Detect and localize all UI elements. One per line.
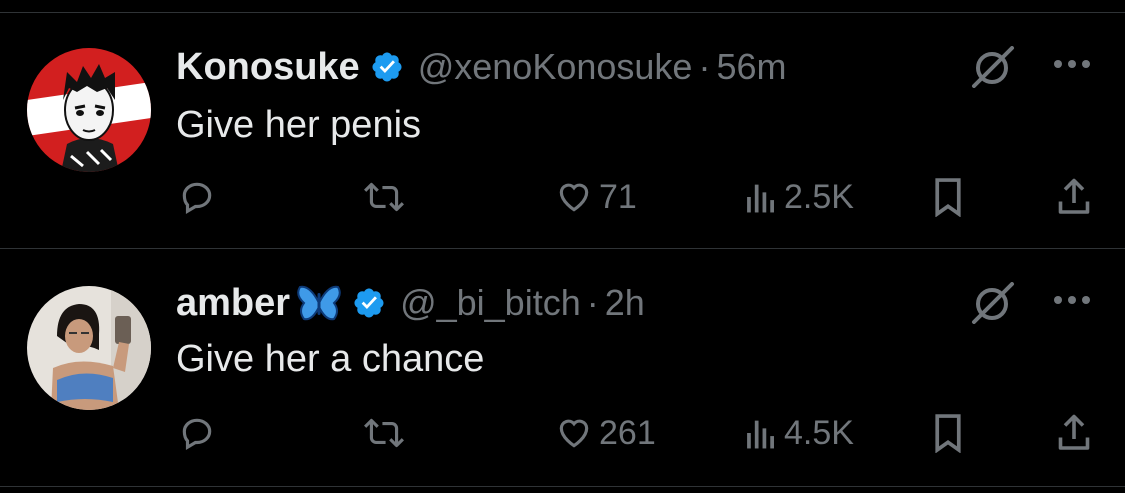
- top-divider: [0, 12, 1125, 13]
- display-name[interactable]: Konosuke: [176, 46, 360, 89]
- view-count: 4.5K: [784, 413, 854, 452]
- like-icon: [559, 183, 589, 212]
- reply-button[interactable]: [178, 408, 216, 458]
- view-count: 2.5K: [784, 177, 854, 216]
- tweet-konosuke[interactable]: Konosuke @xenoKonosuke · 56m Give her pe…: [0, 40, 1125, 240]
- retweet-icon: [364, 182, 404, 212]
- tweet-text: Give her a chance: [176, 338, 485, 380]
- tweet-header: Konosuke @xenoKonosuke · 56m: [176, 42, 786, 92]
- timestamp[interactable]: 2h: [605, 282, 645, 324]
- bookmark-button[interactable]: [932, 408, 964, 458]
- tweet-amber[interactable]: amber @_bi_bitch · 2h Give her a chance …: [0, 276, 1125, 476]
- avatar-konosuke-image: [27, 48, 151, 172]
- action-bar: 261 4.5K: [0, 408, 1125, 458]
- bookmark-icon: [935, 178, 961, 217]
- like-button[interactable]: 71: [555, 172, 637, 222]
- reply-icon: [182, 418, 212, 451]
- butterfly-emoji-icon: [296, 283, 342, 323]
- timestamp[interactable]: 56m: [716, 46, 786, 88]
- avatar-amber[interactable]: [27, 286, 151, 410]
- tweet-divider: [0, 248, 1125, 249]
- like-count: 71: [599, 177, 637, 216]
- bottom-divider: [0, 486, 1125, 487]
- like-button[interactable]: 261: [555, 408, 656, 458]
- views-icon: [747, 420, 774, 449]
- tweet-text: Give her penis: [176, 104, 422, 146]
- like-count: 261: [599, 413, 656, 452]
- views-button[interactable]: 4.5K: [744, 408, 854, 458]
- tweet-header: amber @_bi_bitch · 2h: [176, 278, 645, 328]
- reply-icon: [182, 182, 212, 215]
- handle[interactable]: @xenoKonosuke: [418, 46, 693, 88]
- views-button[interactable]: 2.5K: [744, 172, 854, 222]
- verified-badge-icon: [352, 286, 386, 320]
- more-dots-icon[interactable]: [1050, 288, 1094, 312]
- share-icon: [1058, 178, 1090, 214]
- share-button[interactable]: [1056, 172, 1092, 222]
- retweet-button[interactable]: [362, 408, 406, 458]
- separator-dot: ·: [698, 46, 711, 87]
- handle[interactable]: @_bi_bitch: [400, 282, 581, 324]
- action-bar: 71 2.5K: [0, 172, 1125, 222]
- more-dots-icon[interactable]: [1050, 52, 1094, 76]
- grok-icon[interactable]: [968, 46, 1018, 88]
- bookmark-icon: [935, 414, 961, 453]
- separator-dot: ·: [586, 282, 599, 323]
- grok-icon[interactable]: [968, 282, 1018, 324]
- like-icon: [559, 419, 589, 448]
- verified-badge-icon: [370, 50, 404, 84]
- views-icon: [747, 184, 774, 213]
- reply-button[interactable]: [178, 172, 216, 222]
- retweet-icon: [364, 418, 404, 448]
- avatar-konosuke[interactable]: [27, 48, 151, 172]
- bookmark-button[interactable]: [932, 172, 964, 222]
- display-name[interactable]: amber: [176, 282, 290, 325]
- share-button[interactable]: [1056, 408, 1092, 458]
- share-icon: [1058, 414, 1090, 450]
- avatar-amber-image: [27, 286, 151, 410]
- retweet-button[interactable]: [362, 172, 406, 222]
